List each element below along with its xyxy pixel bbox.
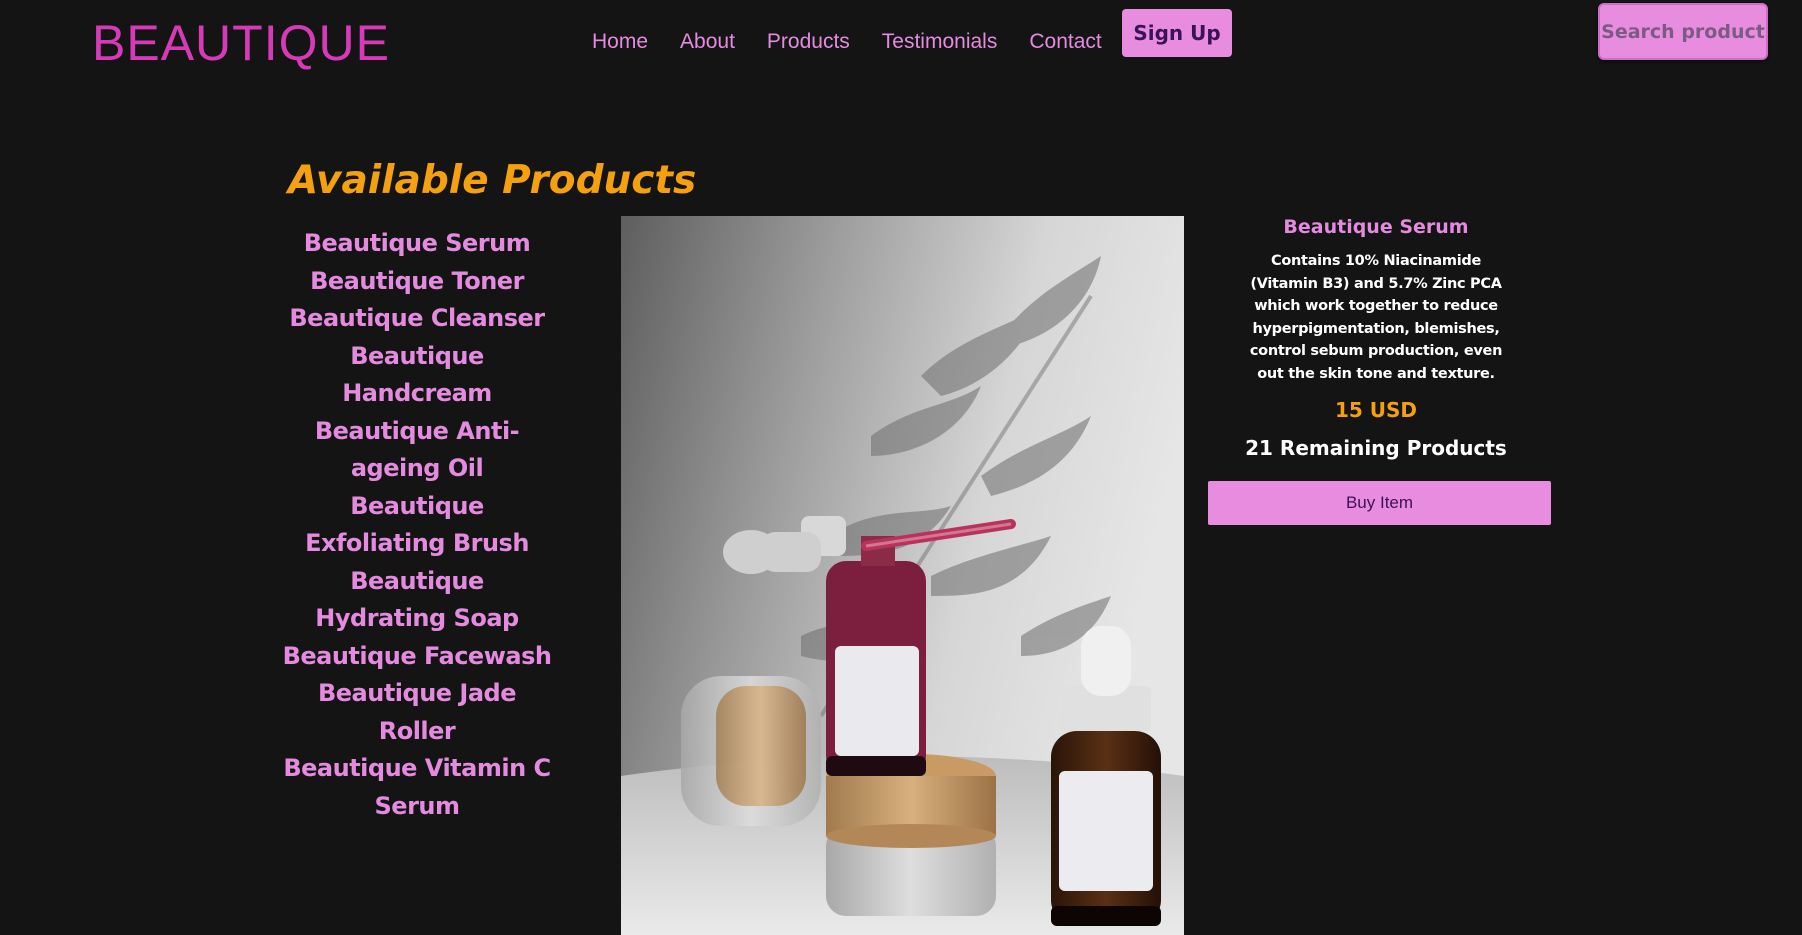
product-list-item[interactable]: Beautique Hydrating Soap bbox=[282, 563, 552, 638]
product-list: Beautique Serum Beautique Toner Beautiqu… bbox=[282, 225, 552, 825]
product-list-item[interactable]: Beautique Exfoliating Brush bbox=[282, 488, 552, 563]
product-list-item[interactable]: Beautique Jade Roller bbox=[282, 675, 552, 750]
nav-products-link[interactable]: Products bbox=[767, 30, 850, 54]
product-price: 15 USD bbox=[1334, 398, 1418, 422]
product-list-item[interactable]: Beautique Anti-ageing Oil bbox=[282, 413, 552, 488]
buy-item-button[interactable]: Buy Item bbox=[1208, 481, 1551, 525]
nav-home-link[interactable]: Home bbox=[592, 30, 648, 54]
nav-testimonials-link[interactable]: Testimonials bbox=[882, 30, 998, 54]
nav-about-link[interactable]: About bbox=[680, 30, 735, 54]
remaining-count: 21 Remaining Products bbox=[1245, 436, 1507, 460]
product-image bbox=[621, 216, 1184, 935]
product-description: Contains 10% Niacinamide (Vitamin B3) an… bbox=[1249, 253, 1503, 382]
sign-up-button[interactable]: Sign Up bbox=[1122, 9, 1232, 57]
nav-contact-link[interactable]: Contact bbox=[1029, 30, 1101, 54]
page-title: Available Products bbox=[288, 158, 697, 203]
search-input[interactable] bbox=[1598, 3, 1768, 60]
product-name: Beautique Serum bbox=[1283, 216, 1469, 238]
product-list-item[interactable]: Beautique Handcream bbox=[282, 338, 552, 413]
product-list-item[interactable]: Beautique Vitamin C Serum bbox=[282, 750, 552, 825]
product-list-item[interactable]: Beautique Facewash bbox=[282, 638, 552, 676]
product-detail: Beautique Serum Contains 10% Niacinamide… bbox=[1244, 216, 1508, 460]
main-nav: Home About Products Testimonials Contact bbox=[592, 30, 1102, 54]
product-list-item[interactable]: Beautique Cleanser bbox=[282, 300, 552, 338]
product-list-item[interactable]: Beautique Serum bbox=[282, 225, 552, 263]
brand-logo[interactable]: BEAUTIQUE bbox=[92, 14, 390, 72]
product-list-item[interactable]: Beautique Toner bbox=[282, 263, 552, 301]
